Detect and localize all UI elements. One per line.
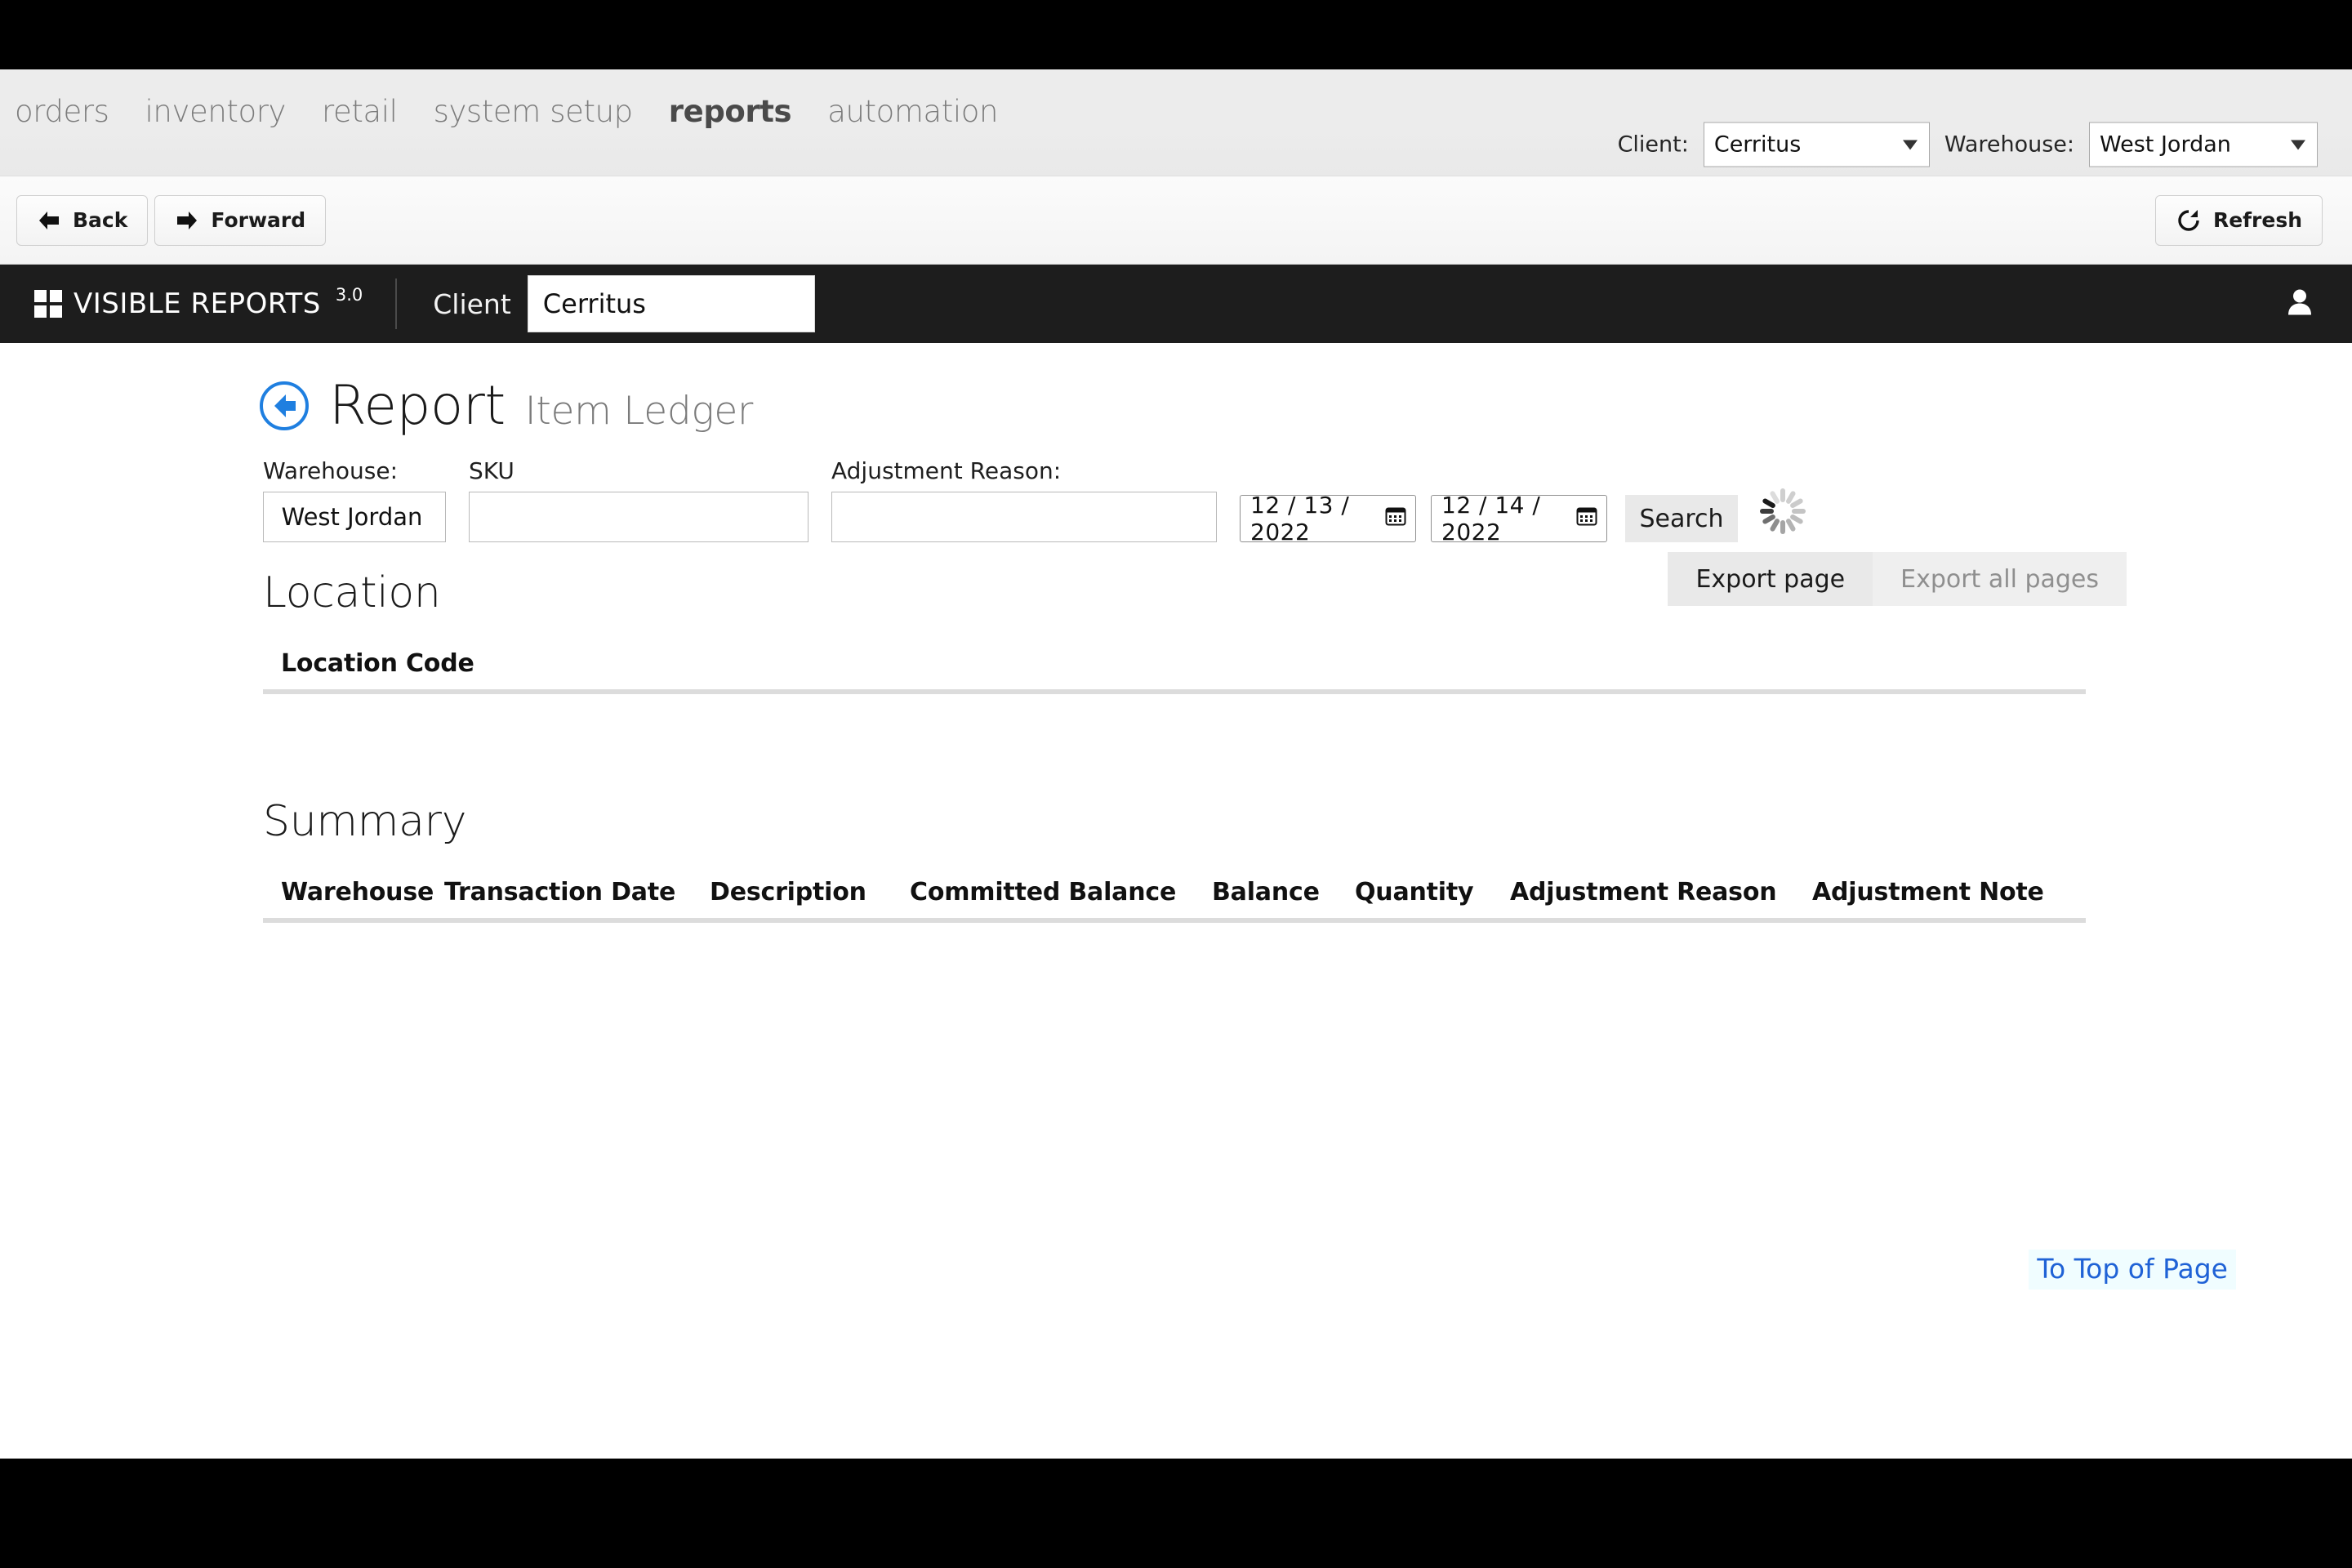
adjustment-reason-filter-group: Adjustment Reason: — [808, 457, 1217, 542]
sku-filter-label: SKU — [469, 457, 514, 484]
calendar-icon[interactable] — [1575, 505, 1598, 533]
page-title: Report — [329, 374, 506, 437]
warehouse-filter-label: Warehouse: — [263, 457, 399, 484]
nav-item-retail[interactable]: retail — [322, 94, 398, 129]
summary-table-header-row: Warehouse Transaction Date Description C… — [263, 878, 2086, 918]
export-button-group: Export page Export all pages — [1668, 552, 2127, 606]
to-top-wrapper: To Top of Page — [354, 1250, 2236, 1290]
warehouse-select-value: West Jordan — [2100, 131, 2231, 158]
summary-col-transaction-date: Transaction Date — [444, 878, 676, 907]
brand-client-input[interactable]: Cerritus — [527, 275, 815, 332]
to-top-of-page-link[interactable]: To Top of Page — [2029, 1250, 2236, 1290]
date-to-value: 12 / 14 / 2022 — [1441, 492, 1541, 546]
location-table-header-row: Location Code — [263, 649, 2086, 689]
location-table: Location Code — [263, 649, 2086, 702]
user-account-icon[interactable] — [2283, 286, 2316, 323]
nav-item-system-setup[interactable]: system setup — [434, 94, 634, 129]
summary-section-heading: Summary — [263, 797, 467, 847]
warehouse-filter-input[interactable]: West Jordan — [263, 492, 446, 542]
app-nav-bar: orders inventory retail system setup rep… — [0, 69, 2352, 176]
forward-button-label: Forward — [211, 208, 306, 232]
summary-col-quantity: Quantity — [1355, 878, 1474, 907]
chevron-down-icon — [2291, 140, 2305, 149]
summary-col-balance: Balance — [1212, 878, 1320, 907]
summary-table: Warehouse Transaction Date Description C… — [263, 878, 2086, 931]
report-header: Report Item Ledger — [259, 343, 2352, 433]
brand-client-label: Client — [433, 287, 511, 320]
nav-item-inventory[interactable]: inventory — [145, 94, 287, 129]
page-subtitle: Item Ledger — [524, 388, 753, 434]
arrow-right-icon — [175, 210, 199, 231]
toolbar-right-group: Refresh — [2154, 194, 2323, 246]
refresh-button[interactable]: Refresh — [2154, 194, 2323, 246]
report-body: Report Item Ledger Warehouse: West Jorda… — [0, 343, 2352, 1459]
summary-section: Summary Warehouse Transaction Date Descr… — [263, 797, 2352, 931]
warehouse-select[interactable]: West Jordan — [2089, 122, 2318, 167]
date-from-input[interactable]: 12 / 13 / 2022 — [1240, 492, 1416, 546]
app-logo[interactable]: VISIBLE REPORTS 3.0 — [34, 285, 363, 320]
warehouse-filter-group: Warehouse: West Jordan — [263, 457, 446, 542]
client-select[interactable]: Cerritus — [1703, 122, 1930, 167]
arrow-left-icon — [37, 210, 61, 231]
summary-table-body — [263, 923, 2086, 931]
summary-col-committed-balance: Committed Balance — [910, 878, 1177, 907]
back-button-label: Back — [73, 208, 128, 232]
export-page-label: Export page — [1695, 564, 1846, 594]
date-from-value: 12 / 13 / 2022 — [1250, 492, 1350, 546]
sku-filter-input[interactable] — [469, 492, 808, 542]
screen: orders inventory retail system setup rep… — [0, 0, 2352, 1568]
export-all-pages-label: Export all pages — [1900, 564, 2099, 594]
summary-col-description: Description — [710, 878, 866, 907]
loading-spinner-icon — [1757, 486, 1808, 541]
chevron-down-icon — [1902, 140, 1918, 149]
warehouse-select-label: Warehouse: — [1944, 131, 2074, 158]
summary-col-adjustment-reason: Adjustment Reason — [1510, 878, 1777, 907]
refresh-icon — [2176, 207, 2202, 234]
forward-button[interactable]: Forward — [154, 194, 327, 246]
search-button-label: Search — [1639, 504, 1724, 533]
nav-item-orders[interactable]: orders — [15, 94, 109, 129]
adjustment-reason-filter-label: Adjustment Reason: — [831, 457, 1062, 484]
date-to-input[interactable]: 12 / 14 / 2022 — [1431, 492, 1607, 546]
back-circle-icon[interactable] — [259, 381, 310, 431]
app-version: 3.0 — [335, 285, 363, 305]
calendar-icon[interactable] — [1384, 505, 1407, 533]
refresh-button-label: Refresh — [2212, 208, 2302, 232]
summary-col-warehouse: Warehouse — [281, 878, 434, 907]
nav-context-selectors: Client: Cerritus Warehouse: West Jordan — [1618, 122, 2318, 167]
client-select-value: Cerritus — [1713, 131, 1802, 158]
back-button[interactable]: Back — [16, 194, 149, 246]
export-page-button[interactable]: Export page — [1668, 552, 1873, 606]
sku-filter-group: SKU — [446, 457, 808, 542]
nav-item-automation[interactable]: automation — [827, 94, 998, 129]
filter-bar: Warehouse: West Jordan SKU Adjustment Re… — [263, 457, 2352, 606]
summary-col-adjustment-note: Adjustment Note — [1812, 878, 2044, 907]
toolbar-left-group: Back Forward — [16, 194, 327, 246]
search-button[interactable]: Search — [1625, 495, 1738, 542]
navigation-toolbar: Back Forward Refresh — [0, 176, 2352, 265]
adjustment-reason-filter-input[interactable] — [831, 492, 1217, 542]
brand-client-value: Cerritus — [542, 288, 646, 319]
client-select-label: Client: — [1617, 131, 1689, 158]
location-col-location-code: Location Code — [281, 649, 474, 679]
brand-divider — [395, 278, 398, 329]
browser-viewport: orders inventory retail system setup rep… — [0, 69, 2352, 1459]
location-table-body — [263, 694, 2086, 702]
brand-bar: VISIBLE REPORTS 3.0 Client Cerritus — [0, 265, 2352, 343]
export-all-pages-button[interactable]: Export all pages — [1873, 552, 2127, 606]
app-title: VISIBLE REPORTS — [74, 287, 321, 320]
warehouse-filter-value: West Jordan — [281, 503, 423, 531]
main-nav: orders inventory retail system setup rep… — [15, 94, 998, 129]
nav-item-reports[interactable]: reports — [669, 94, 792, 129]
grid-squares-icon — [34, 290, 62, 318]
